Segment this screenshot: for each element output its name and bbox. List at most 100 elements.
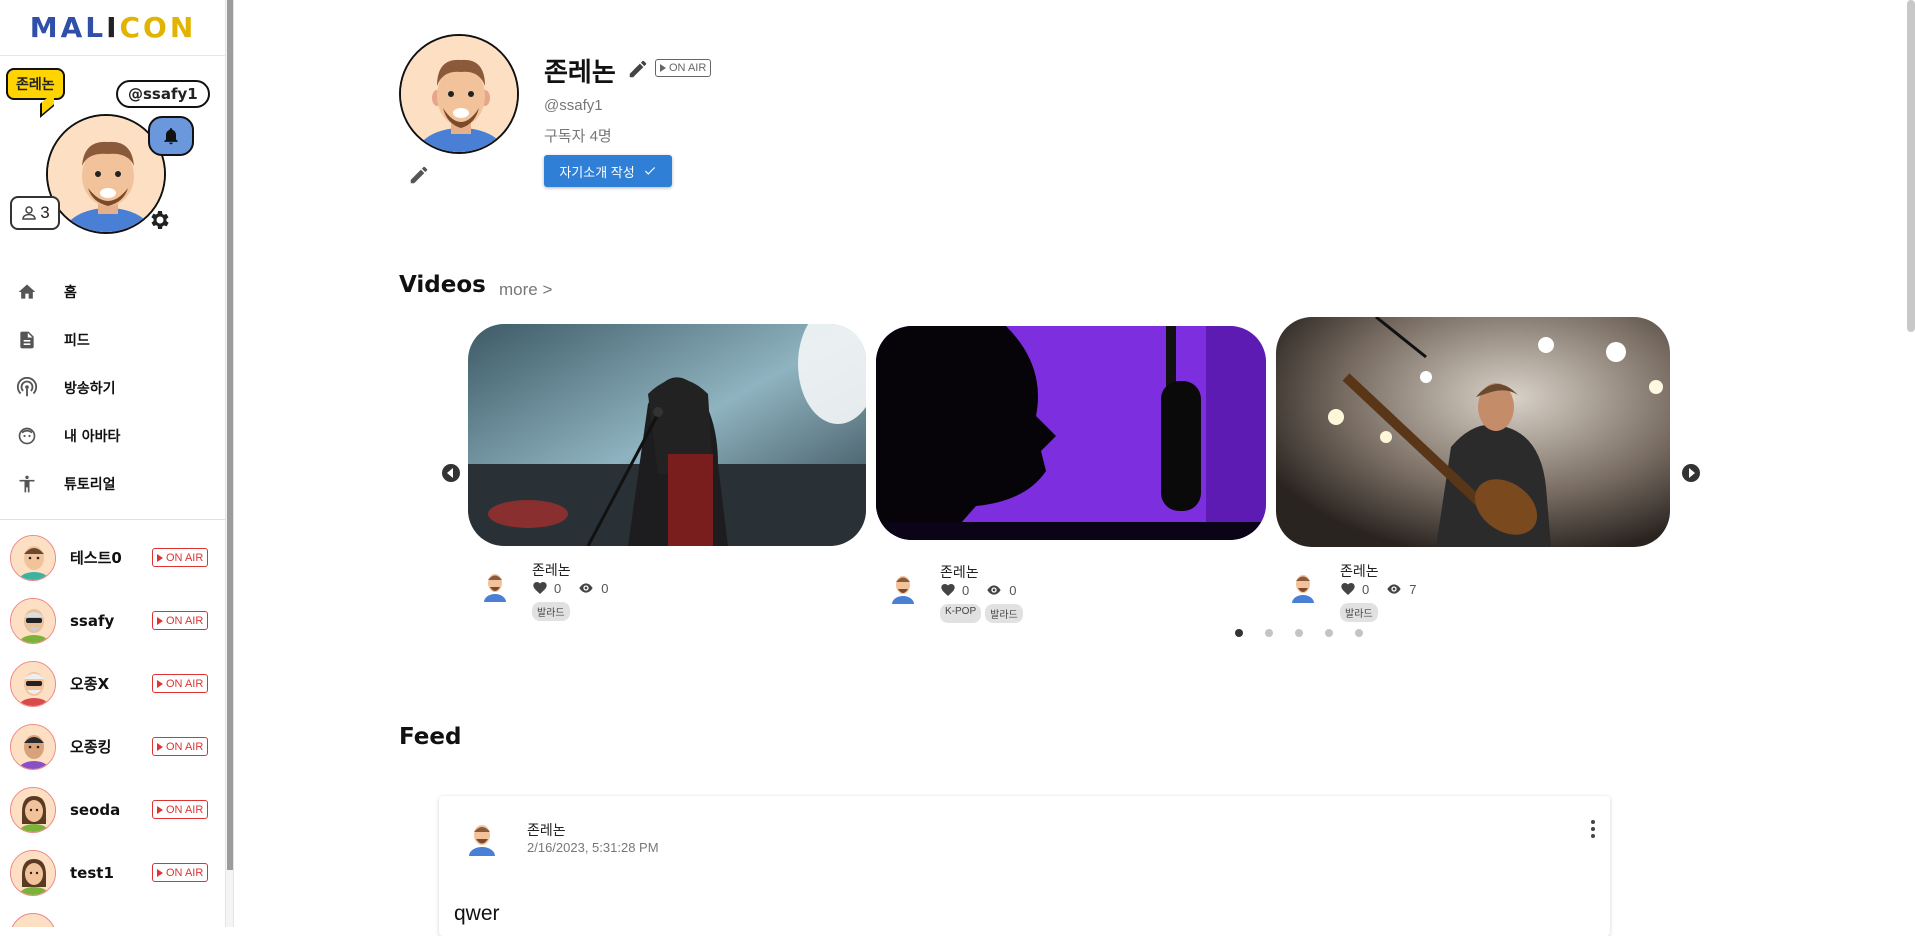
video-card[interactable]: 존레논 0 7 발라드 [1276, 317, 1678, 622]
like-count: 0 [962, 582, 970, 598]
avatar [10, 660, 56, 707]
on-air-badge: ON AIR [152, 737, 209, 756]
settings-gear-icon[interactable] [148, 208, 172, 232]
carousel-dot[interactable] [1295, 629, 1303, 637]
genre-tag[interactable]: 발라드 [1340, 603, 1378, 622]
sidebar-scrollbar[interactable] [226, 0, 234, 927]
page-scrollbar[interactable] [1898, 0, 1915, 927]
nav-label: 내 아바타 [64, 429, 121, 445]
edit-avatar-pencil-icon[interactable] [408, 164, 430, 186]
list-item[interactable]: 테스트0 ON AIR [0, 526, 225, 589]
heart-icon[interactable] [532, 580, 548, 596]
avatar [10, 723, 56, 770]
carousel-next-button[interactable] [1682, 464, 1700, 482]
channel-name: test1 [70, 863, 114, 882]
on-air-badge: ON AIR [152, 674, 209, 693]
video-thumbnail[interactable] [468, 324, 866, 546]
check-icon [644, 167, 655, 175]
nav-item-my-avatar[interactable]: 내 아바타 [0, 412, 225, 460]
post-timestamp: 2/16/2023, 5:31:28 PM [527, 840, 659, 855]
video-meta: 존레논 0 0 K-POP 발라드 [876, 548, 1278, 623]
eye-icon [579, 583, 593, 593]
on-air-badge: ON AIR [152, 800, 209, 819]
subscribed-channels-list: 테스트0 ON AIR ssafy ON AIR 오종X ON AIR 오종킹 … [0, 526, 225, 927]
sidebar: MAL I CON 존레논 @ssafy1 3 홈 피드 방송하기 내 아바타 … [0, 0, 226, 927]
like-count: 0 [1362, 581, 1370, 597]
author-avatar[interactable] [480, 568, 510, 602]
view-count: 0 [601, 580, 609, 596]
heart-icon[interactable] [940, 582, 956, 598]
broadcast-icon [16, 377, 38, 399]
genre-tags: K-POP 발라드 [940, 604, 1023, 623]
channel-handle: @ssafy1 [544, 97, 603, 114]
video-stats: 0 0 [940, 582, 1016, 598]
accessibility-icon [16, 473, 38, 495]
play-icon [157, 679, 163, 688]
channel-name: 오종X [70, 675, 110, 693]
nav-label: 홈 [64, 285, 77, 301]
carousel-dot[interactable] [1355, 629, 1363, 637]
list-item[interactable]: 오종X ON AIR [0, 652, 225, 715]
play-icon [660, 64, 666, 72]
view-count: 0 [1009, 582, 1017, 598]
heart-icon[interactable] [1340, 581, 1356, 597]
nav-label: 피드 [64, 333, 90, 349]
person-icon [22, 206, 37, 220]
bell-icon [164, 128, 178, 145]
play-icon [157, 553, 163, 562]
play-icon [157, 805, 163, 814]
video-meta: 존레논 0 7 발라드 [1276, 547, 1678, 622]
app-logo[interactable]: MAL I CON [0, 0, 225, 56]
genre-tag[interactable]: 발라드 [985, 604, 1023, 623]
write-intro-button[interactable]: 자기소개 작성 [544, 155, 672, 187]
carousel-dot[interactable] [1235, 629, 1243, 637]
video-thumbnail[interactable] [876, 326, 1266, 540]
subscriber-count-badge[interactable]: 3 [10, 196, 60, 230]
write-intro-label: 자기소개 작성 [559, 164, 635, 180]
eye-icon [1387, 584, 1401, 594]
videos-more-link[interactable]: more > [499, 280, 552, 300]
sidebar-scrollbar-thumb[interactable] [227, 0, 233, 870]
genre-tag[interactable]: 발라드 [532, 602, 570, 621]
post-body: qwer [454, 902, 500, 925]
list-item[interactable]: ssafy ON AIR [0, 589, 225, 652]
notification-bell-button[interactable] [148, 116, 194, 156]
list-item[interactable] [0, 904, 225, 927]
carousel-dot[interactable] [1325, 629, 1333, 637]
on-air-badge: ON AIR [152, 863, 209, 882]
eye-icon [987, 585, 1001, 595]
view-count: 7 [1409, 581, 1417, 597]
carousel-dot[interactable] [1265, 629, 1273, 637]
list-item[interactable]: test1 ON AIR [0, 841, 225, 904]
feed-section-title: Feed [399, 724, 462, 750]
main-nav: 홈 피드 방송하기 내 아바타 튜토리얼 [0, 268, 225, 508]
nav-item-tutorial[interactable]: 튜토리얼 [0, 460, 225, 508]
genre-tag[interactable]: K-POP [940, 604, 982, 623]
nav-item-feed[interactable]: 피드 [0, 316, 225, 364]
edit-name-pencil-icon[interactable] [627, 58, 649, 80]
nav-label: 튜토리얼 [64, 477, 116, 493]
profile-widget: 존레논 @ssafy1 3 [0, 56, 225, 246]
channel-name: seoda [70, 800, 121, 819]
avatar [10, 786, 56, 833]
channel-name: 존레논 [544, 58, 616, 88]
carousel-pagination [1235, 629, 1363, 637]
author-avatar[interactable] [1288, 569, 1318, 603]
video-stats: 0 7 [1340, 581, 1416, 597]
page-scrollbar-thumb[interactable] [1907, 0, 1915, 332]
video-thumbnail[interactable] [1276, 317, 1670, 547]
list-item[interactable]: 오종킹 ON AIR [0, 715, 225, 778]
video-card[interactable]: 존레논 0 0 K-POP 발라드 [876, 326, 1278, 623]
profile-handle-bubble: @ssafy1 [116, 80, 210, 108]
list-item[interactable]: seoda ON AIR [0, 778, 225, 841]
author-avatar[interactable] [888, 570, 918, 604]
nav-item-broadcast[interactable]: 방송하기 [0, 364, 225, 412]
video-card[interactable]: 존레논 0 0 발라드 [468, 324, 870, 621]
genre-tags: 발라드 [532, 602, 570, 621]
nav-item-home[interactable]: 홈 [0, 268, 225, 316]
carousel-prev-button[interactable] [442, 464, 460, 482]
post-author-avatar[interactable] [463, 818, 501, 856]
channel-avatar [399, 34, 519, 154]
subscriber-count: 3 [40, 203, 50, 222]
post-more-menu-button[interactable] [1583, 816, 1603, 840]
